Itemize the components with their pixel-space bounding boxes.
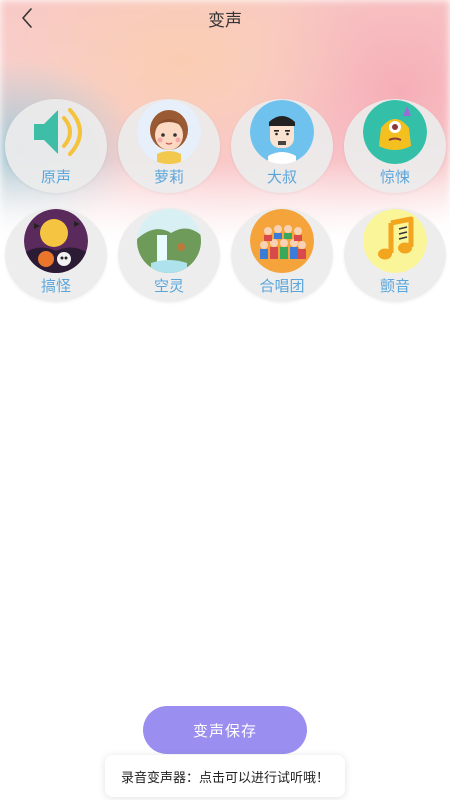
speaker-icon — [24, 100, 88, 164]
effect-label: 大叔 — [266, 168, 297, 186]
effect-label: 搞怪 — [40, 277, 71, 295]
effect-label: 空灵 — [153, 277, 184, 295]
effect-label: 惊悚 — [379, 168, 410, 186]
effect-loli[interactable]: 萝莉 — [118, 99, 220, 193]
effect-tremolo[interactable]: 颤音 — [344, 208, 446, 302]
effect-chorus[interactable]: 合唱团 — [231, 208, 333, 302]
effect-uncle[interactable]: 大叔 — [231, 99, 333, 193]
girl-avatar-icon — [137, 100, 201, 164]
effect-funny[interactable]: 搞怪 — [5, 208, 107, 302]
choir-icon — [250, 209, 314, 273]
toast-message: 录音变声器：点击可以进行试听哦！ — [105, 755, 345, 797]
effect-horror[interactable]: 惊悚 — [344, 99, 446, 193]
effect-label: 原声 — [40, 168, 71, 186]
effect-original[interactable]: 原声 — [5, 99, 107, 193]
effect-label: 颤音 — [379, 277, 410, 295]
waterfall-icon — [137, 209, 201, 273]
top-bar: 变声 — [0, 0, 450, 36]
effect-label: 合唱团 — [259, 277, 305, 295]
save-voice-button[interactable]: 变声保存 — [143, 706, 307, 754]
effect-ethereal[interactable]: 空灵 — [118, 208, 220, 302]
halloween-icon — [24, 209, 88, 273]
man-avatar-icon — [250, 100, 314, 164]
monster-icon — [363, 100, 427, 164]
page-title: 变声 — [208, 11, 242, 31]
music-note-icon — [363, 209, 427, 273]
effect-label: 萝莉 — [153, 168, 184, 186]
